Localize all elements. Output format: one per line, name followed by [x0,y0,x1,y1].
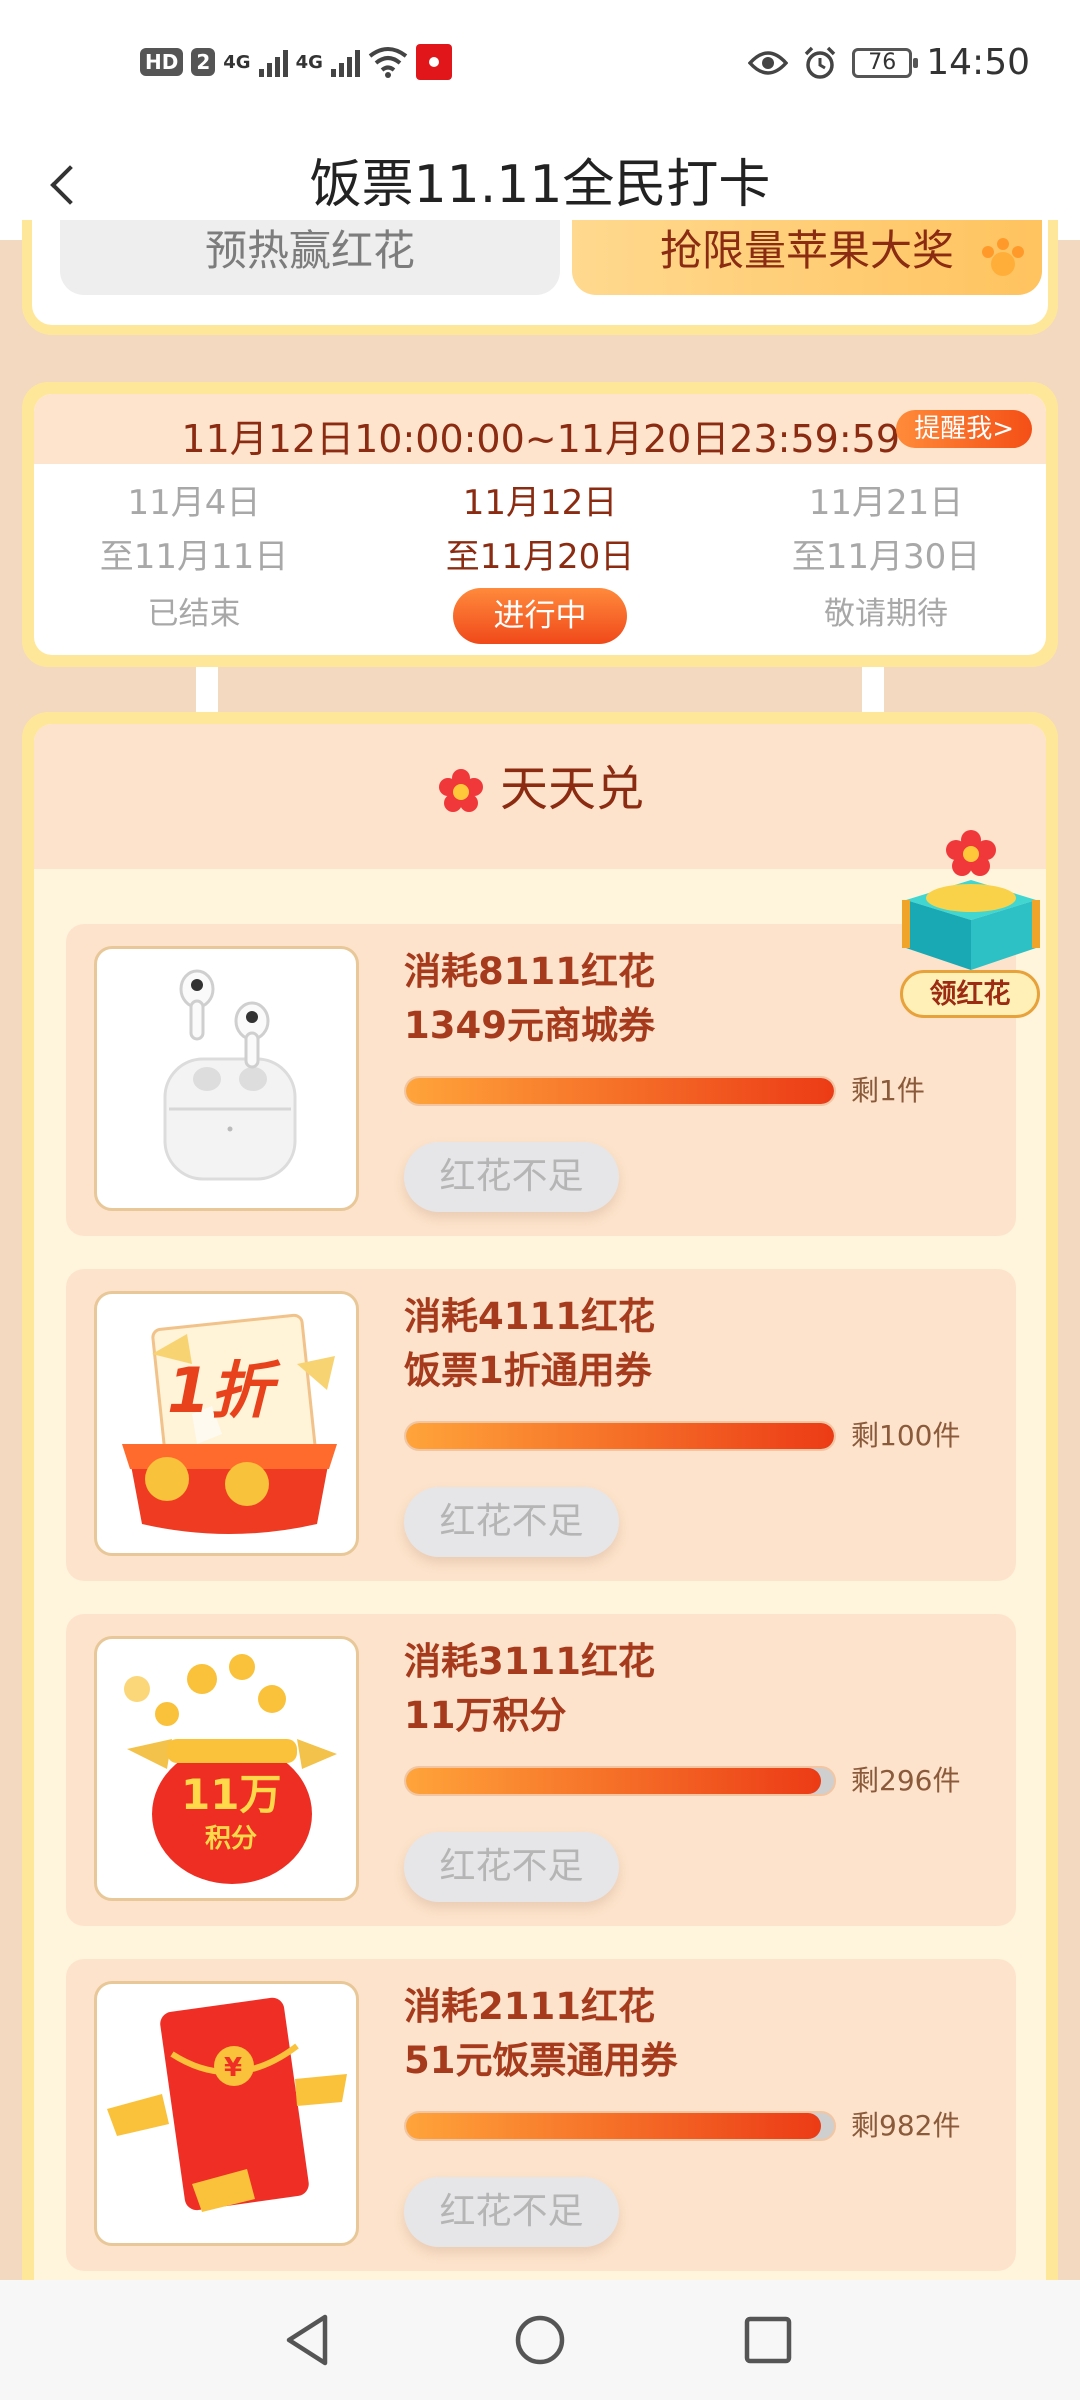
prize-cost: 消耗8111红花 [404,950,655,993]
flower-icon [982,238,1024,276]
status-bar: HD 2 4G 4G 76 14:50 [0,0,1080,130]
prize-name: 51元饭票通用券 [404,2039,678,2082]
period-active: 11月12日 至11月20日 进行中 [380,476,700,644]
section-title-text: 天天兑 [499,761,644,817]
hd-badge: HD [140,48,184,76]
period-start: 11月21日 [808,483,964,523]
period-end: 至11月30日 [791,537,981,577]
triangle-back-icon [286,2314,328,2366]
connector-right [862,667,884,712]
exchange-button[interactable]: 红花不足 [404,1832,619,1902]
period-status-badge[interactable]: 进行中 [453,588,627,644]
prize-name: 11万积分 [404,1694,567,1737]
stock-progress-fill [406,1768,822,1794]
battery-icon: 76 [852,47,919,78]
stock-remaining: 剩100件 [851,1419,961,1452]
exchange-button[interactable]: 红花不足 [404,2177,619,2247]
stock-progress-fill [406,1423,834,1449]
period-status: 敬请期待 [824,596,948,632]
stock-remaining: 剩296件 [851,1764,961,1797]
status-left: HD 2 4G 4G [140,44,452,80]
period-end: 至11月11日 [99,537,289,577]
tab-apple-prize[interactable]: 抢限量苹果大奖 [572,220,1042,295]
claim-flowers-label: 领红花 [900,970,1040,1018]
prize-cost: 消耗4111红花 [404,1295,655,1338]
tab-warmup[interactable]: 预热赢红花 [60,220,560,295]
prize-name: 1349元商城券 [404,1004,655,1047]
system-navigation-bar [0,2280,1080,2400]
wifi-icon [368,47,408,78]
schedule-inner: 11月12日10:00:00~11月20日23:59:59 提醒我> 11月4日… [34,394,1046,655]
svg-text:¥: ¥ [224,2053,242,2083]
stock-progress-bar [404,1766,836,1796]
coupon-image-text: 1折 [167,1354,281,1427]
period-status: 已结束 [147,596,241,632]
stock-progress-bar [404,1421,836,1451]
status-right: 76 14:50 [748,42,1030,83]
app-notification-icon [415,44,452,80]
stock-progress-fill [406,2113,822,2139]
period-start: 11月4日 [127,483,261,523]
prize-name: 饭票1折通用券 [404,1349,652,1392]
schedule-card: 11月12日10:00:00~11月20日23:59:59 提醒我> 11月4日… [22,382,1058,667]
campaign-tabs-card: 预热赢红花 抢限量苹果大奖 [22,220,1058,335]
prize-card: ¥ 消耗2111红花 51元饭票通用券 剩982件 红花不足 [66,1959,1016,2271]
signal-icon-2 [330,47,360,77]
network-type-2: 4G [295,51,323,73]
prize-card: 1折 消耗4111红花 饭票1折通用券 剩100件 红花不足 [66,1269,1016,1581]
treasure-chest-icon [902,830,1040,970]
current-period-range: 11月12日10:00:00~11月20日23:59:59 [181,417,900,461]
alarm-icon [805,46,836,79]
eye-icon [748,50,789,75]
points-pouch-icon: 11万 积分 [94,1636,359,1901]
back-nav-button[interactable] [270,2302,346,2378]
exchange-button[interactable]: 红花不足 [404,1487,619,1557]
red-flower-icon [438,769,483,812]
stock-progress-bar [404,2111,836,2141]
points-image-subtext: 积分 [205,1824,257,1854]
signal-icon [258,47,288,77]
schedule-header: 11月12日10:00:00~11月20日23:59:59 提醒我> [34,394,1046,464]
earbuds-icon [94,946,359,1211]
square-recents-icon [744,2316,792,2364]
claim-flowers-widget[interactable]: 领红花 [876,830,1066,1025]
exchange-button[interactable]: 红花不足 [404,1142,619,1212]
stock-remaining: 剩982件 [851,2109,961,2142]
tab-apple-prize-label: 抢限量苹果大奖 [659,226,954,275]
connector-left [196,667,218,712]
clock-time: 14:50 [926,42,1030,83]
prize-card: 消耗8111红花 1349元商城券 剩1件 红花不足 [66,924,1016,1236]
prize-cost: 消耗3111红花 [404,1640,655,1683]
prize-card: 11万 积分 消耗3111红花 11万积分 剩296件 红花不足 [66,1614,1016,1926]
stock-progress-fill [406,1078,834,1104]
red-envelope-icon: ¥ [94,1981,359,2246]
stock-remaining: 剩1件 [851,1074,925,1107]
circle-home-icon [515,2315,565,2365]
back-button[interactable] [30,150,100,220]
discount-coupon-icon: 1折 [94,1291,359,1556]
points-image-text: 11万 [181,1770,281,1819]
home-nav-button[interactable] [502,2302,578,2378]
remind-me-button[interactable]: 提醒我> [896,410,1032,448]
period-start: 11月12日 [462,483,618,523]
stock-progress-bar [404,1076,836,1106]
period-ended: 11月4日 至11月11日 已结束 [34,476,354,644]
network-type-1: 4G [223,51,251,73]
period-end: 至11月20日 [445,537,635,577]
period-upcoming: 11月21日 至11月30日 敬请期待 [726,476,1046,644]
prize-cost: 消耗2111红花 [404,1985,655,2028]
recents-nav-button[interactable] [730,2302,806,2378]
sim-number-badge: 2 [191,48,216,76]
